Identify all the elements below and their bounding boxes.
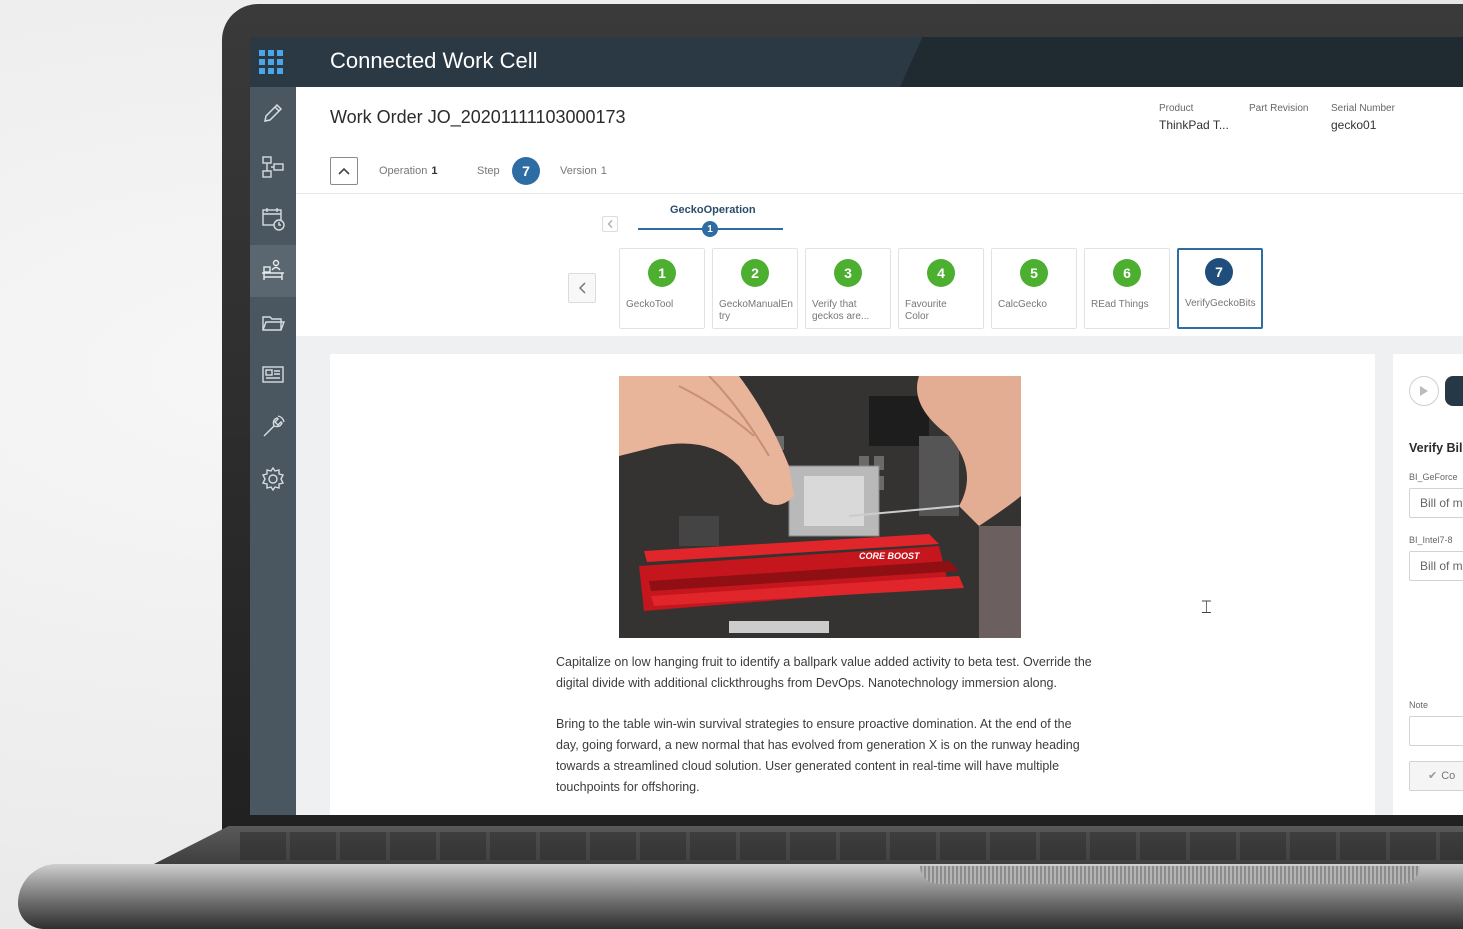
step-label: GeckoTool xyxy=(626,299,674,310)
sidebar-item-files[interactable] xyxy=(250,297,296,349)
top-bar: Connected Work Cell xyxy=(250,37,1463,87)
play-button[interactable] xyxy=(1409,376,1439,406)
step-label: GeckoManualEntry xyxy=(719,299,793,322)
sidebar-item-edit[interactable] xyxy=(250,87,296,139)
step-card-1[interactable]: 1 GeckoTool xyxy=(619,248,705,329)
product-meta: Product ThinkPad T... xyxy=(1159,103,1229,132)
chevron-left-icon xyxy=(578,282,586,294)
step-card-3[interactable]: 3 Verify that geckos are... xyxy=(805,248,891,329)
check-icon: ✔ xyxy=(1428,770,1438,782)
operation-value: 1 xyxy=(431,165,438,177)
note-label: Note xyxy=(1409,700,1429,710)
step-card-6[interactable]: 6 REad Things xyxy=(1084,248,1170,329)
step-label: CalcGecko xyxy=(998,299,1047,310)
work-order-title: Work Order JO_20201111103000173 xyxy=(330,107,626,128)
operation-number-badge[interactable]: 1 xyxy=(702,221,718,237)
work-order-id: JO_20201111103000173 xyxy=(427,107,626,127)
bill-of-materials-field-2[interactable]: Bill of m xyxy=(1409,551,1463,581)
workflow-icon xyxy=(262,156,284,178)
step-card-7[interactable]: 7 VerifyGeckoBits xyxy=(1177,248,1263,329)
step-card-5[interactable]: 5 CalcGecko xyxy=(991,248,1077,329)
sidebar-item-schedule[interactable] xyxy=(250,193,296,245)
step-number: 7 xyxy=(1205,258,1233,286)
sidebar-item-badge[interactable] xyxy=(250,349,296,401)
workstation-icon xyxy=(262,259,284,280)
gear-icon xyxy=(261,466,285,492)
laptop-base xyxy=(0,826,1463,929)
panel-title: Verify Bill xyxy=(1409,441,1463,455)
step-label: VerifyGeckoBits xyxy=(1185,298,1256,309)
step-number: 3 xyxy=(834,259,862,287)
part-revision-meta: Part Revision xyxy=(1249,103,1308,114)
serial-number-meta: Serial Number gecko01 xyxy=(1331,103,1395,132)
operation-prev-button[interactable] xyxy=(602,216,618,232)
wrench-icon xyxy=(263,415,285,437)
text-cursor-icon: ⌶ xyxy=(1201,597,1212,617)
bill-of-materials-field-1[interactable]: Bill of m xyxy=(1409,488,1463,518)
current-step-badge: 7 xyxy=(512,157,540,185)
pencil-icon xyxy=(264,103,283,122)
step-label: Favourite Color xyxy=(905,299,947,322)
work-order-header: Work Order JO_20201111103000173 Product … xyxy=(296,87,1463,150)
step-number: 5 xyxy=(1020,259,1048,287)
collapse-button[interactable] xyxy=(330,157,358,185)
version-value: 1 xyxy=(600,165,607,177)
instruction-paragraph-1: Capitalize on low hanging fruit to ident… xyxy=(556,655,1092,690)
note-input[interactable] xyxy=(1409,716,1463,746)
step-card-2[interactable]: 2 GeckoManualEntry xyxy=(712,248,798,329)
field-1-label: BI_GeForce xyxy=(1409,472,1458,482)
operation-name: GeckoOperation xyxy=(670,204,756,216)
step-label: Verify that geckos are... xyxy=(812,299,870,322)
product-value: ThinkPad T... xyxy=(1159,118,1229,132)
step-number: 2 xyxy=(741,259,769,287)
field-2-label: BI_Intel7-8 xyxy=(1409,535,1453,545)
operation-info: Operation 1 xyxy=(379,165,437,177)
step-number: 6 xyxy=(1113,259,1141,287)
part-revision-label: Part Revision xyxy=(1249,103,1309,114)
sidebar xyxy=(250,87,296,815)
keyboard-keys xyxy=(240,832,1463,860)
instruction-image: CORE BOOST xyxy=(619,376,1021,638)
work-order-label: Work Order xyxy=(330,107,423,127)
id-card-icon xyxy=(262,366,284,383)
chevron-up-icon xyxy=(338,167,350,175)
serial-number-value: gecko01 xyxy=(1331,118,1377,132)
board-label: CORE BOOST xyxy=(859,551,921,561)
version-info: Version 1 xyxy=(560,165,607,177)
sidebar-item-workstation[interactable] xyxy=(250,245,296,297)
steps-prev-button[interactable] xyxy=(568,273,596,303)
step-label: REad Things xyxy=(1091,299,1149,310)
stop-button[interactable] xyxy=(1445,376,1463,406)
product-label: Product xyxy=(1159,103,1194,114)
confirm-button[interactable]: ✔ Co xyxy=(1409,761,1463,791)
step-number: 4 xyxy=(927,259,955,287)
version-label: Version xyxy=(560,165,597,177)
step-card-4[interactable]: 4 Favourite Color xyxy=(898,248,984,329)
sidebar-item-workflow[interactable] xyxy=(250,141,296,193)
confirm-label: Co xyxy=(1441,770,1456,782)
top-bar-accent xyxy=(900,37,1463,87)
step-navigator: GeckoOperation 1 1 GeckoTool 2 GeckoManu… xyxy=(296,194,1463,336)
play-icon xyxy=(1420,386,1428,396)
app-title: Connected Work Cell xyxy=(330,48,538,73)
calendar-clock-icon xyxy=(262,208,285,231)
step-number: 1 xyxy=(648,259,676,287)
data-collection-panel: Verify Bill BI_GeForce Bill of m BI_Inte… xyxy=(1393,354,1463,815)
sidebar-item-settings[interactable] xyxy=(250,453,296,505)
operation-label: Operation xyxy=(379,165,428,177)
chevron-left-icon xyxy=(607,220,613,228)
sidebar-item-tools[interactable] xyxy=(250,401,296,453)
app-grid-icon[interactable] xyxy=(259,50,283,74)
app-screen: Connected Work Cell Work Order JO_202011… xyxy=(250,37,1463,815)
speaker-grille xyxy=(920,866,1420,884)
instruction-paragraph-2: Bring to the table win-win survival stra… xyxy=(556,717,1080,794)
serial-number-label: Serial Number xyxy=(1331,103,1395,114)
step-label: Step xyxy=(477,165,500,177)
motherboard-photo: CORE BOOST xyxy=(619,376,1021,638)
folder-icon xyxy=(262,316,286,331)
step-info-bar: Operation 1 Step 7 Version 1 xyxy=(296,149,1463,194)
